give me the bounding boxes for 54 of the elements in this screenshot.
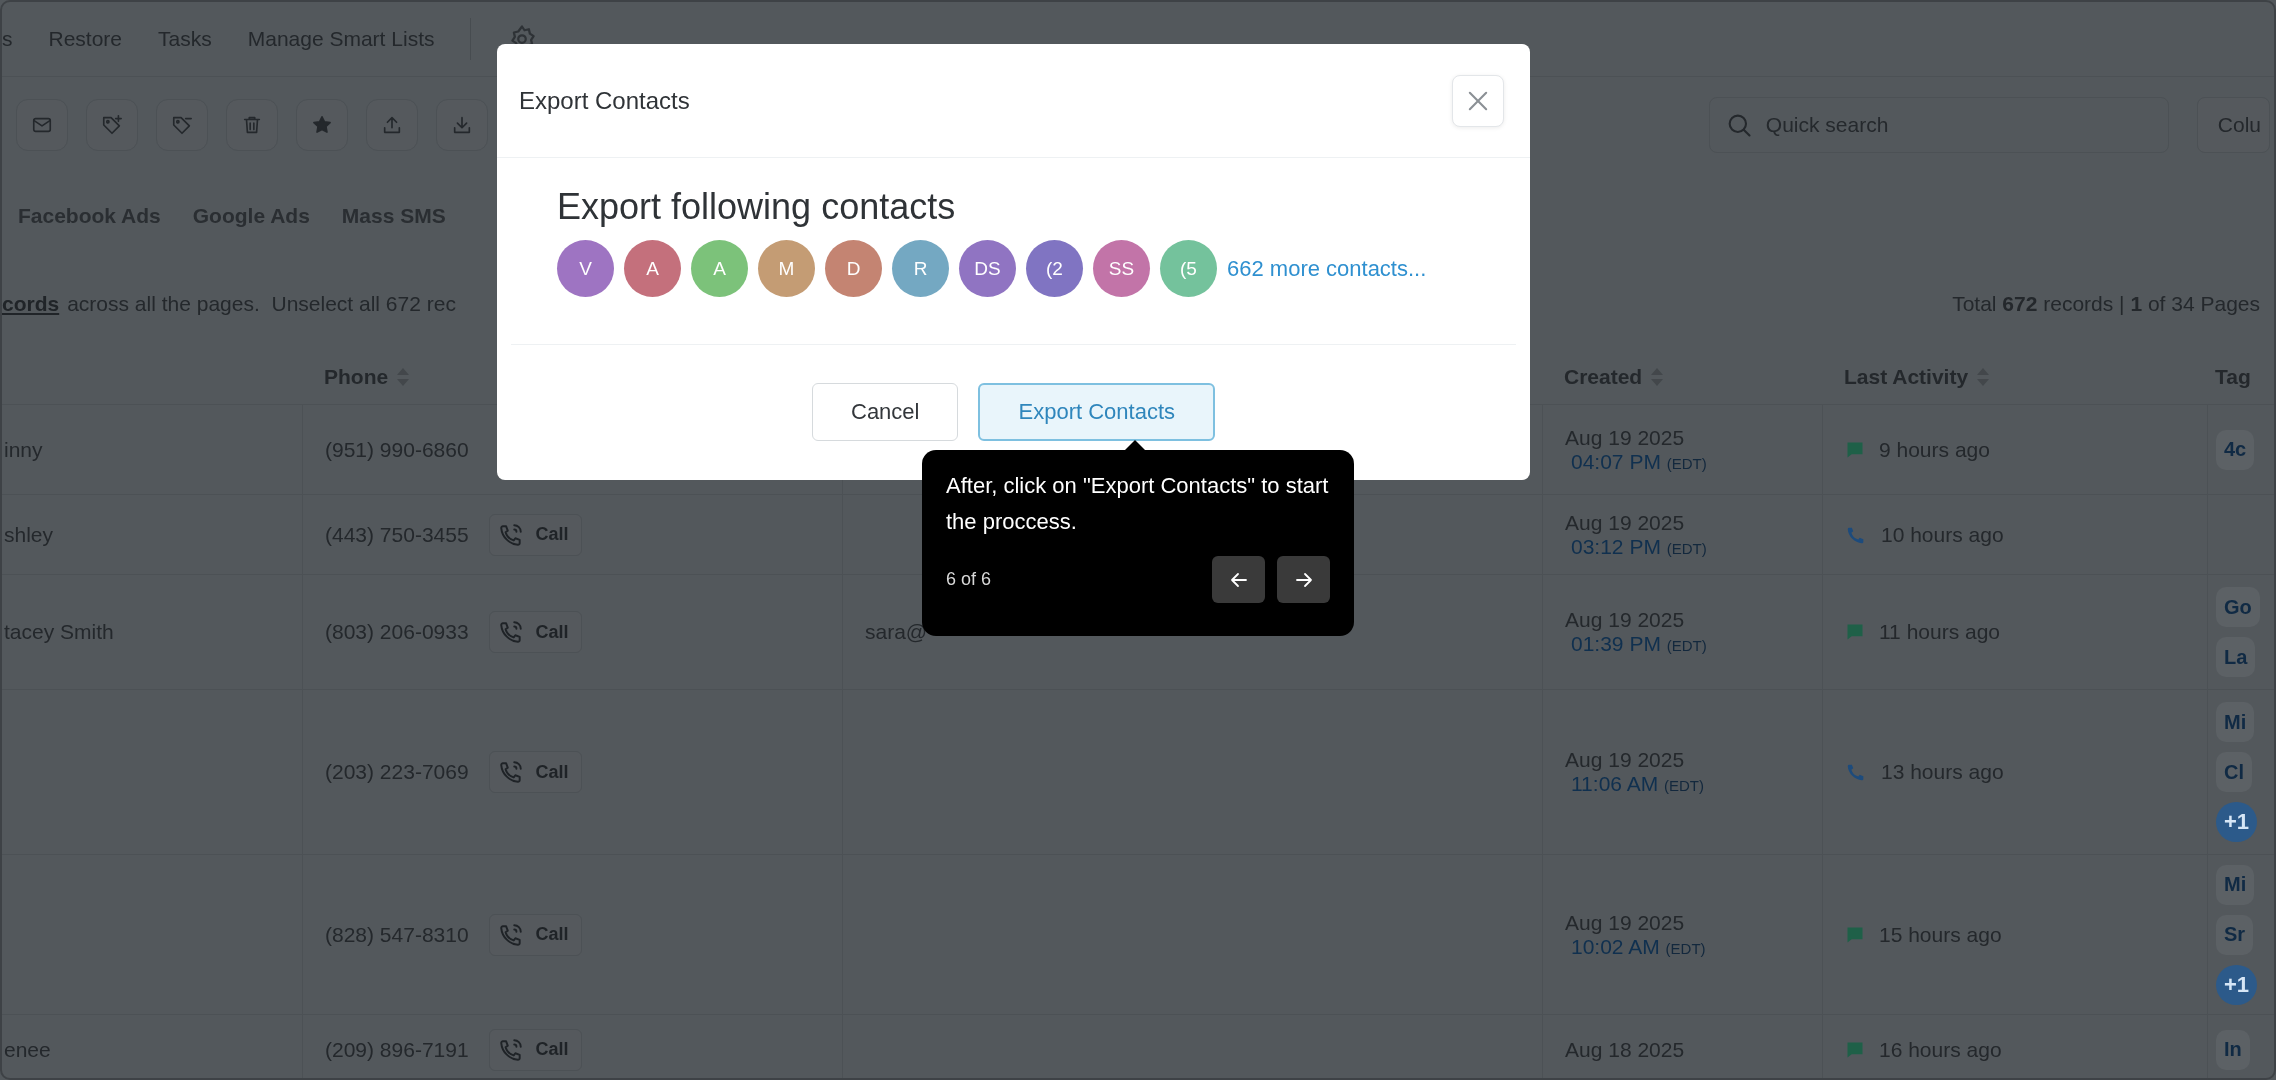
step-counter: 6 of 6 (946, 569, 992, 590)
export-contacts-button[interactable]: Export Contacts (978, 383, 1215, 441)
next-button[interactable] (1277, 556, 1330, 603)
contact-avatar: D (825, 240, 882, 297)
close-button[interactable] (1452, 74, 1504, 127)
tag-chip[interactable]: Go (2216, 587, 2260, 627)
contact-avatar: A (691, 240, 748, 297)
phone-icon (497, 521, 524, 548)
chat-bubble-icon (1845, 622, 1865, 642)
upload-button[interactable] (366, 99, 418, 151)
tag-chip[interactable]: Sr (2216, 914, 2254, 955)
phone-icon (497, 759, 524, 785)
previous-button[interactable] (1212, 556, 1265, 603)
contact-avatar: R (892, 240, 949, 297)
contact-avatar: SS (1093, 240, 1150, 297)
tag-chip[interactable]: Mi (2216, 864, 2255, 905)
created-time: 03:12 PM (EDT) (1570, 534, 1707, 559)
created-time: 10:02 AM (EDT) (1570, 934, 1706, 959)
tag-chip[interactable]: Cl (2216, 752, 2252, 792)
more-tags-badge[interactable]: +1 (2216, 802, 2258, 842)
phone-icon (497, 1036, 524, 1063)
tag-minus-button[interactable] (156, 99, 208, 151)
tag-chip[interactable]: La (2216, 637, 2256, 677)
tag-plus-icon (101, 114, 123, 136)
contact-avatar: DS (959, 240, 1016, 297)
cancel-button[interactable]: Cancel (812, 383, 959, 441)
phone-icon (497, 619, 524, 645)
contact-avatar: A (624, 240, 681, 297)
phone-icon (497, 921, 524, 948)
tag-plus-button[interactable] (86, 99, 138, 151)
dialog-title: Export Contacts (519, 86, 690, 115)
dialog-heading: Export following contacts (557, 186, 957, 228)
contact-avatar: V (557, 240, 614, 297)
created-time: 04:07 PM (EDT) (1570, 449, 1707, 474)
created-time: 01:39 PM (EDT) (1570, 632, 1707, 656)
tag-chip[interactable]: 4c (2216, 429, 2255, 470)
more-contacts-link[interactable]: 662 more contacts... (1227, 255, 1427, 282)
trash-button[interactable] (226, 99, 278, 151)
more-tags-badge[interactable]: +1 (2216, 964, 2258, 1005)
mail-button[interactable] (16, 99, 68, 151)
upload-icon (381, 114, 403, 136)
tooltip-text: After, click on "Export Contacts" to start the proccess. (946, 472, 1330, 536)
download-icon (451, 114, 473, 136)
star-button[interactable] (296, 99, 348, 151)
trash-icon (241, 114, 263, 136)
download-button[interactable] (436, 99, 488, 151)
contact-avatar: (2 (1026, 240, 1083, 297)
created-time: 11:06 AM (EDT) (1570, 772, 1704, 796)
tag-minus-icon (171, 114, 193, 136)
contact-avatar: M (758, 240, 815, 297)
star-icon (311, 114, 333, 136)
tag-chip[interactable]: Mi (2216, 702, 2255, 742)
tag-chip[interactable]: In (2216, 1029, 2250, 1070)
contact-avatar: (5 (1160, 240, 1217, 297)
